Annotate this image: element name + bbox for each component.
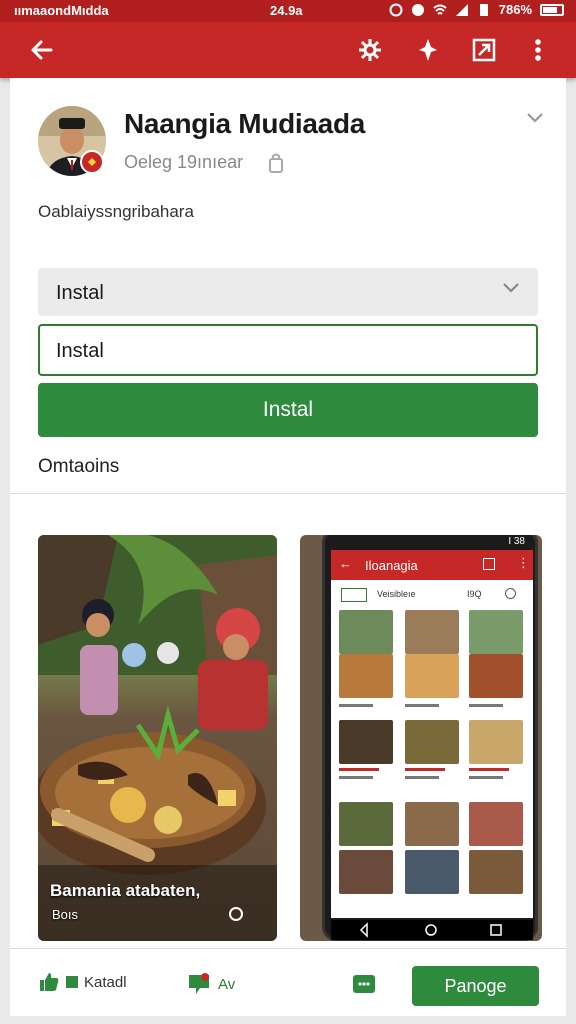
status-icons: 786%: [389, 2, 564, 17]
back-button[interactable]: [24, 32, 60, 68]
grid-photo: [469, 850, 523, 894]
info-icon[interactable]: [229, 907, 243, 921]
app-details-card: Naangia Mudiaada Oeleg 19ınıear Oablaiys…: [10, 78, 566, 1016]
phone-tabs: Veisibleıe I9Q: [337, 586, 527, 604]
grid-caption: [405, 776, 439, 779]
open-external-button[interactable]: [466, 32, 502, 68]
like-label: Katadl: [84, 973, 127, 991]
clock-icon: [411, 3, 424, 16]
search-icon: [505, 588, 516, 599]
status-time: 24.9a: [270, 3, 303, 18]
battery-percent: 786%: [498, 2, 532, 17]
phone-app-bar: ← Iloanagia ⋮: [331, 550, 533, 580]
more-vert-icon: [535, 39, 541, 61]
screenshot-subcaption: Boıs: [52, 907, 79, 922]
grid-photo: [339, 720, 393, 764]
like-button[interactable]: Katadl: [38, 971, 127, 993]
grid-photo: [469, 720, 523, 764]
app-toolbar: [0, 22, 576, 78]
arrow-left-icon: [31, 40, 53, 60]
screenshot-2[interactable]: I 38 ← Iloanagia ⋮ Veisibleıe I9Q: [300, 535, 542, 941]
grid-photo: [339, 850, 393, 894]
message-icon[interactable]: [352, 973, 376, 997]
phone-tab-active: [341, 588, 367, 602]
alarm-icon: [389, 3, 403, 16]
pin-button[interactable]: [410, 32, 446, 68]
grid-caption: [469, 776, 503, 779]
section-title: Omtaoins: [38, 456, 120, 477]
screenshot-caption: Bamania atabaten,: [50, 881, 201, 900]
install-input[interactable]: Instal: [38, 324, 538, 376]
signal-icon: [455, 3, 468, 16]
input-value: Instal: [56, 340, 104, 362]
sim-icon: [479, 3, 488, 16]
phone-tab-label: Veisibleıe: [377, 589, 416, 599]
grid-photo: [469, 802, 523, 846]
chat-button[interactable]: Av: [186, 971, 235, 997]
app-title: Naangia Mudiaada: [124, 108, 366, 139]
phone-system-nav: [331, 920, 533, 940]
phone-tab-count: I9Q: [467, 589, 482, 599]
grid-photo: [339, 802, 393, 846]
open-external-icon: [472, 38, 496, 62]
install-button[interactable]: Instal: [38, 383, 538, 437]
grid-caption: [339, 768, 379, 771]
grid-caption: [405, 704, 439, 707]
more-button[interactable]: [520, 32, 556, 68]
status-bar: ıımaaondMıdda 24.9a 786%: [0, 0, 576, 22]
battery-icon: [540, 3, 564, 16]
pin-icon: [419, 39, 437, 61]
phone-app-title: Iloanagia: [365, 558, 418, 573]
phone-screen: Veisibleıe I9Q: [331, 580, 533, 918]
thumb-up-icon: [40, 973, 59, 991]
app-description: Oablaiyssngribahara: [38, 202, 194, 221]
chat-bubble-icon: [189, 973, 209, 994]
settings-icon: [359, 39, 381, 61]
chat-label: Av: [218, 975, 236, 993]
developer-badge-icon: [80, 150, 104, 174]
screenshot-1[interactable]: Bamania atabaten, Boıs: [38, 535, 277, 941]
phone-mockup: I 38 ← Iloanagia ⋮ Veisibleıe I9Q: [322, 535, 538, 941]
grid-caption: [469, 768, 509, 771]
grid-photo: [339, 610, 393, 654]
grid-caption: [469, 704, 503, 707]
chevron-down-icon[interactable]: [526, 112, 544, 124]
more-vert-icon: ⋮: [517, 555, 530, 570]
settings-button[interactable]: [352, 32, 388, 68]
grid-photo: [405, 850, 459, 894]
grid-photo: [469, 610, 523, 654]
chevron-down-icon: [503, 283, 519, 293]
status-carrier: ıımaaondMıdda: [14, 3, 109, 18]
recents-icon: [490, 924, 502, 936]
back-triangle-icon: [359, 922, 368, 938]
grid-photo: [339, 654, 393, 698]
install-option-select[interactable]: Instal: [38, 268, 538, 316]
open-external-icon: [483, 558, 495, 570]
grid-caption: [405, 768, 445, 771]
grid-photo: [405, 802, 459, 846]
manage-button[interactable]: Panoge: [412, 966, 539, 1006]
lock-icon: [269, 153, 283, 173]
app-subtitle: Oeleg 19ınıear: [124, 152, 244, 172]
grid-photo: [405, 610, 459, 654]
grid-photo: [469, 654, 523, 698]
square-icon: [66, 976, 78, 988]
arrow-left-icon: ←: [339, 556, 352, 571]
home-circle-icon: [425, 924, 437, 936]
bottom-action-bar: Katadl Av Panoge: [10, 948, 566, 1016]
select-value: Instal: [56, 282, 104, 304]
divider: [10, 493, 566, 494]
grid-photo: [405, 720, 459, 764]
grid-photo: [405, 654, 459, 698]
wifi-icon: [433, 4, 447, 15]
grid-caption: [339, 704, 373, 707]
grid-caption: [339, 776, 373, 779]
